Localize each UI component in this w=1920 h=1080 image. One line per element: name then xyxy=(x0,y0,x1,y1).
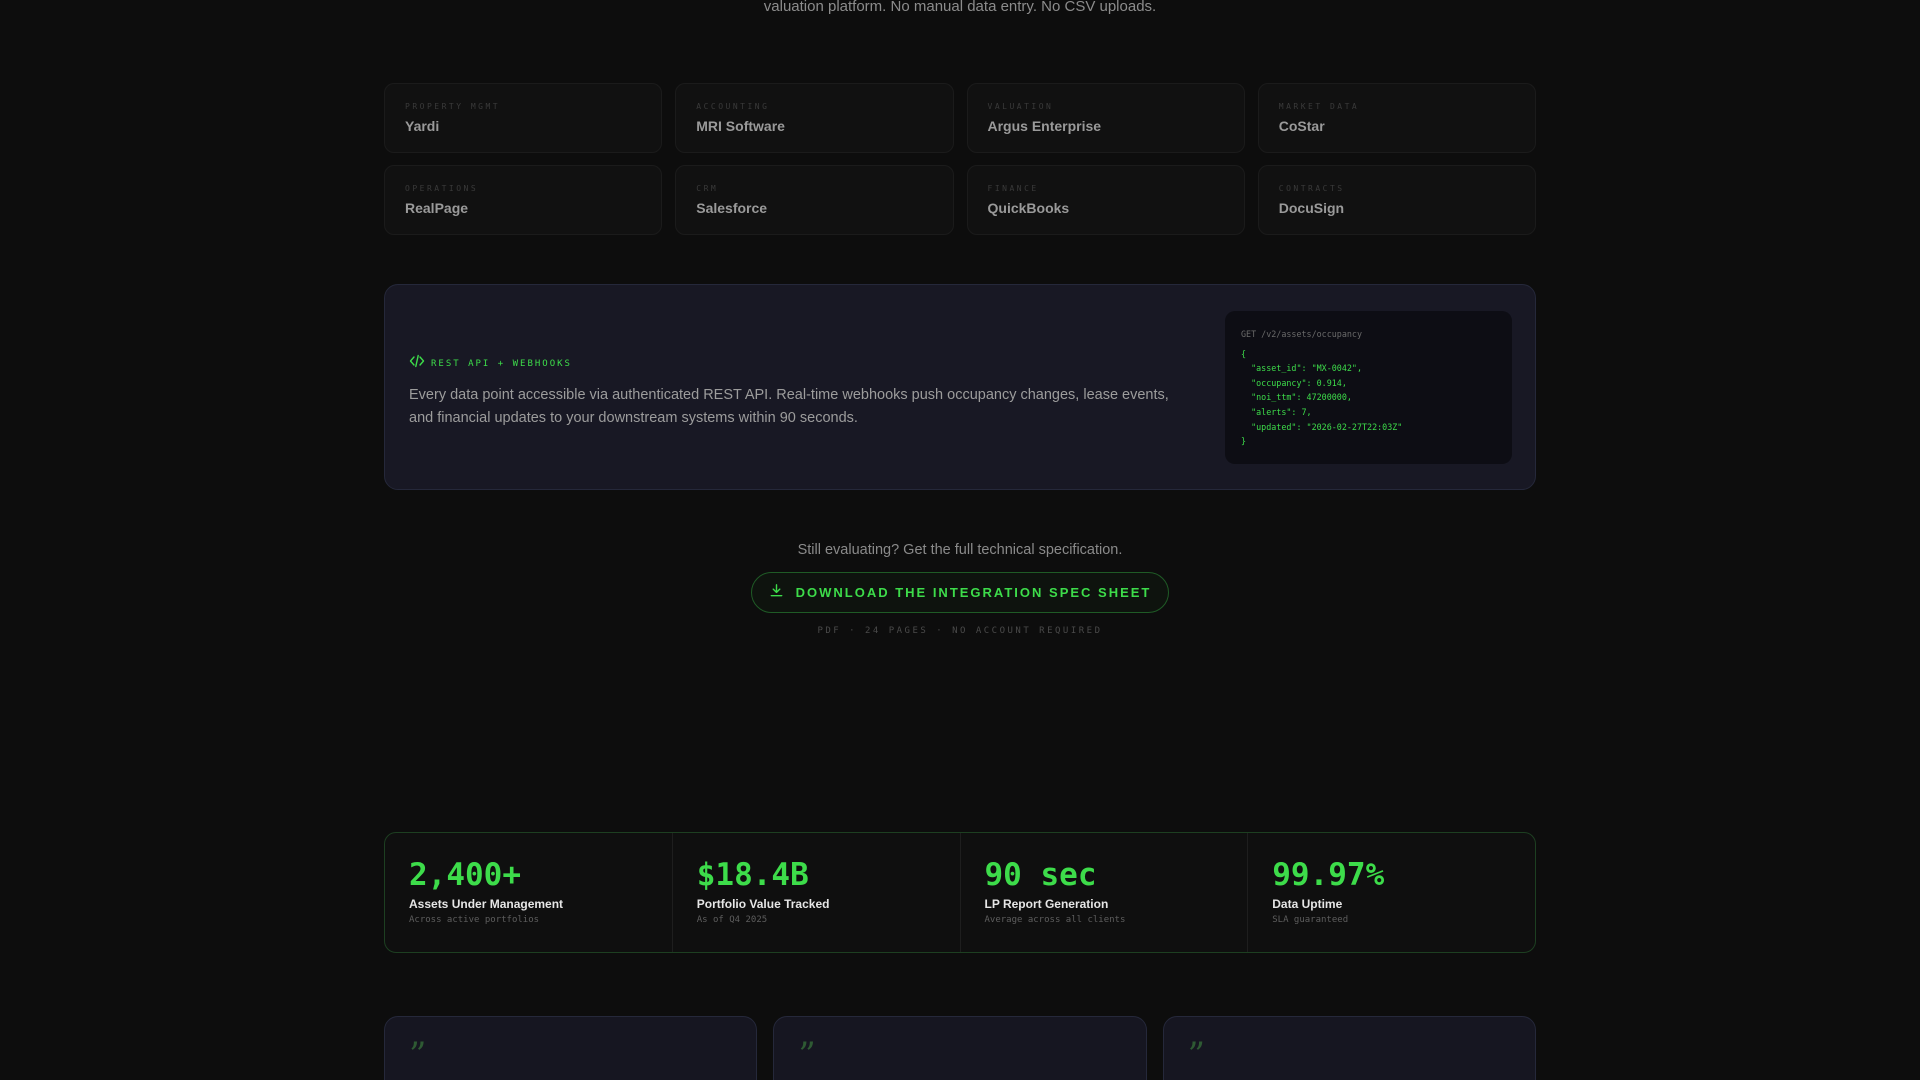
cta-meta: PDF · 24 pages · No account required xyxy=(817,626,1103,636)
integration-card-mri-software[interactable]: Accounting MRI Software xyxy=(675,83,954,153)
code-sample: GET /v2/assets/occupancy { "asset_id": "… xyxy=(1225,311,1512,464)
testimonial-card: ” xyxy=(384,1016,758,1080)
quote-icon: ” xyxy=(798,1035,816,1075)
integration-name: Salesforce xyxy=(696,200,768,216)
quote-icon: ” xyxy=(409,1035,427,1075)
download-spec-button[interactable]: Download the Integration Spec Sheet xyxy=(751,572,1169,613)
code-line: "noi_ttm": 47200000, xyxy=(1241,392,1352,403)
api-tag-label: REST API + Webhooks xyxy=(431,358,572,369)
stat-report-generation: 90 sec LP Report Generation Average acro… xyxy=(961,833,1249,952)
cta-question: Still evaluating? Get the full technical… xyxy=(797,542,1123,558)
testimonial-card: ” xyxy=(773,1016,1147,1080)
stat-value: 99.97% xyxy=(1272,857,1385,893)
download-icon xyxy=(769,583,784,603)
stat-label: Portfolio Value Tracked xyxy=(696,897,830,911)
testimonial-card: ” xyxy=(1162,1016,1536,1080)
api-description: Every data point accessible via authenti… xyxy=(409,387,1169,426)
stat-portfolio-value: $18.4B Portfolio Value Tracked As of Q4 … xyxy=(673,833,961,952)
integration-card-quickbooks[interactable]: Finance QuickBooks xyxy=(966,165,1245,235)
integration-category: Operations xyxy=(405,184,479,193)
stat-assets: 2,400+ Assets Under Management Across ac… xyxy=(385,833,673,952)
integration-card-yardi[interactable]: Property Mgmt Yardi xyxy=(384,83,663,153)
stat-value: 2,400+ xyxy=(409,857,521,893)
code-line: "asset_id": "MX-0042", xyxy=(1241,363,1363,374)
integration-card-argus-enterprise[interactable]: Valuation Argus Enterprise xyxy=(966,83,1245,153)
integration-category: Accounting xyxy=(696,102,770,111)
quote-icon: ” xyxy=(1187,1035,1206,1075)
stat-sub: Across active portfolios xyxy=(409,915,540,925)
stat-value: $18.4B xyxy=(696,857,809,893)
integrations-grid: Property Mgmt Yardi Accounting MRI Softw… xyxy=(384,83,1536,235)
stats-bar: 2,400+ Assets Under Management Across ac… xyxy=(384,832,1536,953)
api-panel: REST API + Webhooks Every data point acc… xyxy=(384,284,1536,490)
stat-uptime: 99.97% Data Uptime SLA guaranteed xyxy=(1248,833,1535,952)
integration-category: Contracts xyxy=(1278,184,1345,193)
integration-category: Valuation xyxy=(987,102,1054,111)
code-icon xyxy=(409,353,425,374)
stat-value: 90 sec xyxy=(984,857,1097,893)
integration-card-salesforce[interactable]: CRM Salesforce xyxy=(675,165,954,235)
integration-card-realpage[interactable]: Operations RealPage xyxy=(384,165,663,235)
integration-category: Property Mgmt xyxy=(405,102,501,111)
api-info: REST API + Webhooks Every data point acc… xyxy=(409,353,1189,430)
stat-label: LP Report Generation xyxy=(984,897,1109,911)
intro-text: valuation platform. No manual data entry… xyxy=(763,0,1157,15)
integration-card-costar[interactable]: Market Data CoStar xyxy=(1257,83,1536,153)
stat-sub: As of Q4 2025 xyxy=(696,915,768,925)
integration-name: QuickBooks xyxy=(987,200,1070,216)
integration-category: Finance xyxy=(987,184,1039,193)
integration-name: MRI Software xyxy=(696,118,785,134)
stat-sub: Average across all clients xyxy=(984,915,1126,925)
code-line: { xyxy=(1241,348,1247,359)
integration-name: Argus Enterprise xyxy=(987,118,1102,134)
integration-name: RealPage xyxy=(405,200,469,216)
integration-name: CoStar xyxy=(1278,118,1325,134)
integration-name: Yardi xyxy=(405,118,440,134)
stat-label: Assets Under Management xyxy=(409,897,564,911)
integration-category: CRM xyxy=(696,184,719,193)
code-line: "alerts": 7, xyxy=(1241,406,1312,417)
testimonials-row: ” ” ” xyxy=(384,1016,1536,1080)
stat-sub: SLA guaranteed xyxy=(1272,915,1349,925)
integration-card-docusign[interactable]: Contracts DocuSign xyxy=(1257,165,1536,235)
integration-name: DocuSign xyxy=(1278,200,1345,216)
code-line: } xyxy=(1241,436,1247,447)
code-line: "updated": "2026-02-27T22:03Z" xyxy=(1241,421,1403,432)
code-request: GET /v2/assets/occupancy xyxy=(1241,329,1363,339)
download-spec-label: Download the Integration Spec Sheet xyxy=(795,585,1152,600)
integration-category: Market Data xyxy=(1278,102,1360,111)
stat-label: Data Uptime xyxy=(1272,897,1343,911)
code-line: "occupancy": 0.914, xyxy=(1241,377,1347,388)
api-tag: REST API + Webhooks xyxy=(409,353,1189,374)
